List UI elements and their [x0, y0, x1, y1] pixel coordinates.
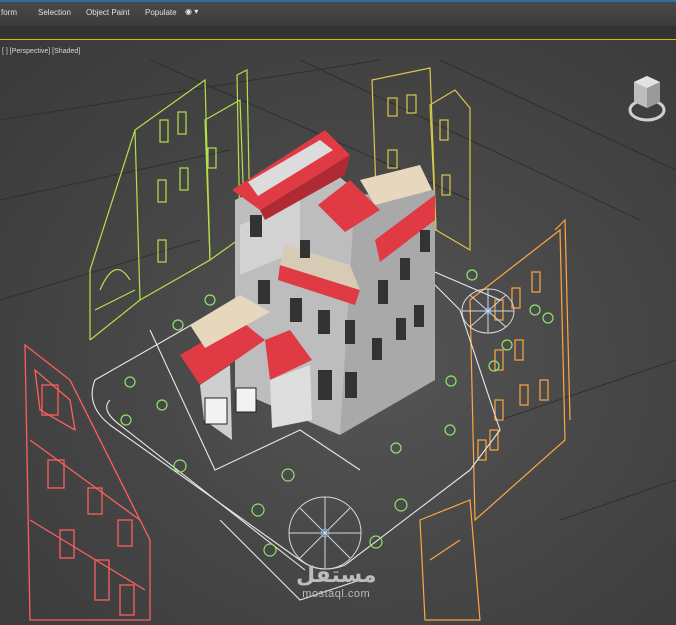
tab-selection[interactable]: Selection [38, 8, 71, 17]
light-gizmo-front[interactable] [288, 496, 362, 570]
watermark-arabic: مستقل [296, 563, 377, 588]
wire-building-back-left [89, 69, 251, 341]
villa-model[interactable] [180, 130, 435, 440]
ribbon-accent [0, 0, 676, 2]
viewport-label[interactable]: [ ] [Perspective] [Shaded] [2, 48, 80, 55]
3dsmax-window: form Selection Object Paint Populate ◉ ▾ [0, 0, 676, 625]
ribbon-toolbar: form Selection Object Paint Populate ◉ ▾ [0, 0, 676, 27]
tab-populate[interactable]: Populate [145, 8, 177, 17]
viewcube-icon[interactable] [626, 72, 668, 126]
tab-object-paint[interactable]: Object Paint [86, 8, 130, 17]
perspective-viewport[interactable]: [ ] [Perspective] [Shaded] مستقل mostaql… [0, 40, 676, 625]
wire-building-right [419, 218, 571, 621]
scene-canvas [0, 59, 676, 621]
settings-dropdown-icon[interactable]: ◉ ▾ [185, 7, 198, 16]
ribbon-panel-strip [0, 26, 676, 40]
watermark-url: mostaql.com [302, 588, 371, 600]
watermark: مستقل mostaql.com [296, 563, 377, 601]
tab-form[interactable]: form [1, 8, 17, 17]
light-gizmo-right[interactable] [461, 288, 515, 334]
